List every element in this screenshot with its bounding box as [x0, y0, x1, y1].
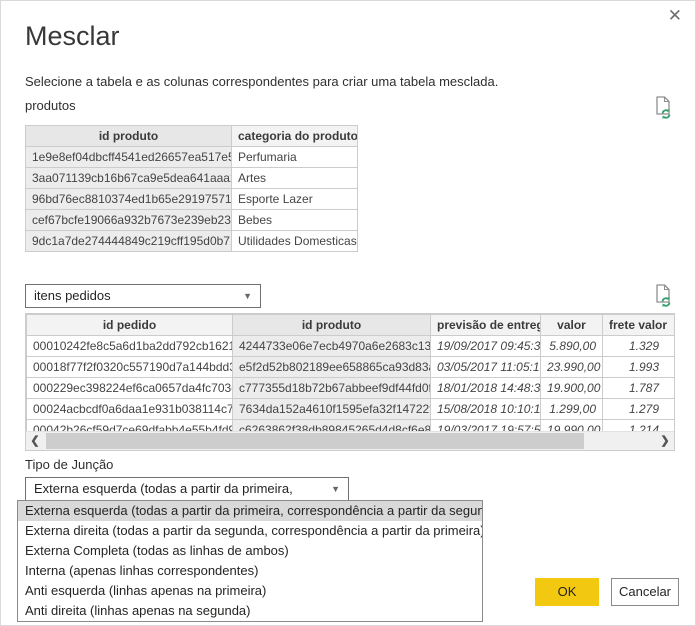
column-header-previsao[interactable]: previsão de entrega — [431, 315, 541, 336]
horizontal-scrollbar[interactable]: ❮ ❯ — [26, 431, 674, 450]
option-externa-completa[interactable]: Externa Completa (todas as linhas de amb… — [18, 541, 482, 561]
table-row: 00024acbcdf0a6daa1e931b038114c75 7634da1… — [27, 399, 676, 420]
column-header-valor[interactable]: valor — [541, 315, 603, 336]
table-row: 9dc1a7de274444849c219cff195d0b71Utilidad… — [26, 231, 358, 252]
ok-button[interactable]: OK — [535, 578, 599, 606]
option-externa-direita[interactable]: Externa direita (todas a partir da segun… — [18, 521, 482, 541]
orders-table: id pedido id produto previsão de entrega… — [26, 314, 675, 441]
scroll-left-icon[interactable]: ❮ — [26, 432, 44, 450]
products-table: id produto categoria do produto 1e9e8ef0… — [25, 125, 358, 252]
close-icon[interactable]: ✕ — [668, 7, 682, 24]
table-row: 00010242fe8c5a6d1ba2dd792cb16214 4244733… — [27, 336, 676, 357]
merge-dialog: ✕ Mesclar Selecione a tabela e as coluna… — [0, 0, 696, 626]
table-header-row: id pedido id produto previsão de entrega… — [27, 315, 676, 336]
refresh-preview-icon[interactable] — [652, 95, 674, 119]
option-externa-esquerda[interactable]: Externa esquerda (todas a partir da prim… — [18, 501, 482, 521]
table-row: 96bd76ec8810374ed1b65e291975717fEsporte … — [26, 189, 358, 210]
chevron-down-icon: ▼ — [331, 478, 340, 500]
option-interna[interactable]: Interna (apenas linhas correspondentes) — [18, 561, 482, 581]
scroll-right-icon[interactable]: ❯ — [656, 432, 674, 450]
option-anti-esquerda[interactable]: Anti esquerda (linhas apenas na primeira… — [18, 581, 482, 601]
option-anti-direita[interactable]: Anti direita (linhas apenas na segunda) — [18, 601, 482, 621]
table-row: 000229ec398224ef6ca0657da4fc703e c777355… — [27, 378, 676, 399]
table-row: 00018f77f2f0320c557190d7a144bdd3 e5f2d52… — [27, 357, 676, 378]
column-header-id-produto[interactable]: id produto — [26, 126, 232, 147]
join-kind-options-list: Externa esquerda (todas a partir da prim… — [17, 500, 483, 622]
chevron-down-icon: ▼ — [243, 285, 252, 307]
dialog-title: Mesclar — [25, 21, 120, 52]
table-select-dropdown[interactable]: itens pedidos ▼ — [25, 284, 261, 308]
scrollbar-thumb[interactable] — [46, 433, 584, 449]
orders-table-viewport: id pedido id produto previsão de entrega… — [25, 313, 675, 451]
join-kind-dropdown[interactable]: Externa esquerda (todas a partir da prim… — [25, 477, 349, 501]
table-select-value: itens pedidos — [34, 288, 111, 303]
column-header-frete-valor[interactable]: frete valor — [603, 315, 676, 336]
column-header-id-produto[interactable]: id produto — [233, 315, 431, 336]
dialog-subtitle: Selecione a tabela e as colunas correspo… — [25, 74, 498, 89]
table-row: 1e9e8ef04dbcff4541ed26657ea517e5Perfumar… — [26, 147, 358, 168]
column-header-categoria[interactable]: categoria do produto — [232, 126, 358, 147]
table-row: 3aa071139cb16b67ca9e5dea641aaa2fArtes — [26, 168, 358, 189]
column-header-id-pedido[interactable]: id pedido — [27, 315, 233, 336]
table-header-row: id produto categoria do produto — [26, 126, 358, 147]
products-table-label: produtos — [25, 98, 76, 113]
refresh-preview-icon[interactable] — [652, 283, 674, 307]
join-kind-label: Tipo de Junção — [25, 457, 113, 472]
table-row: cef67bcfe19066a932b7673e239eb23dBebes — [26, 210, 358, 231]
cancel-button[interactable]: Cancelar — [611, 578, 679, 606]
